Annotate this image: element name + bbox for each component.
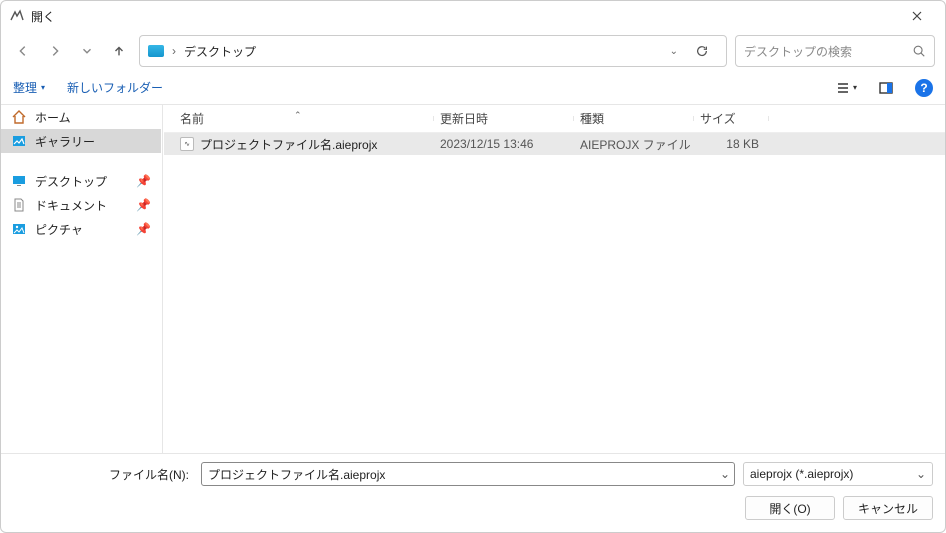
open-button[interactable]: 開く(O) [745,496,835,520]
content-area: ホーム ギャラリー デスクトップ 📌 ドキュメント 📌 ピクチャ 📌 名前 ⌃ [1,105,945,453]
column-headers: 名前 ⌃ 更新日時 種類 サイズ [164,105,945,133]
address-bar[interactable]: › デスクトップ ⌄ [139,35,727,67]
document-icon [11,197,27,213]
sidebar-item-home[interactable]: ホーム [1,105,161,129]
desktop-icon [11,173,27,189]
view-menu[interactable]: ▾ [835,77,857,99]
preview-pane-button[interactable] [875,77,897,99]
column-type[interactable]: 種類 [574,110,694,127]
drive-icon [148,45,164,57]
window-title: 開く [31,8,897,25]
app-icon [9,8,25,24]
file-type: AIEPROJX ファイル [574,136,694,153]
sidebar-item-pictures[interactable]: ピクチャ 📌 [1,217,161,241]
footer: ファイル名(N): プロジェクトファイル名.aieprojx ⌄ aieproj… [1,453,945,532]
cancel-button[interactable]: キャンセル [843,496,933,520]
column-date[interactable]: 更新日時 [434,110,574,127]
chevron-down-icon[interactable]: ⌄ [720,467,730,481]
toolbar: 整理▾ 新しいフォルダー ▾ ? [1,71,945,105]
search-placeholder: デスクトップの検索 [744,43,912,60]
organize-menu[interactable]: 整理▾ [13,79,45,96]
file-area: 名前 ⌃ 更新日時 種類 サイズ ∿ プロジェクトファイル名.aieprojx … [164,105,945,453]
filename-input[interactable]: プロジェクトファイル名.aieprojx ⌄ [201,462,735,486]
pin-icon: 📌 [136,198,151,212]
pictures-icon [11,221,27,237]
titlebar: 開く [1,1,945,31]
file-row[interactable]: ∿ プロジェクトファイル名.aieprojx 2023/12/15 13:46 … [164,133,945,155]
sort-indicator-icon: ⌃ [294,110,302,121]
sidebar-item-desktop[interactable]: デスクトップ 📌 [1,169,161,193]
sidebar-item-documents[interactable]: ドキュメント 📌 [1,193,161,217]
close-button[interactable] [897,1,937,31]
forward-button[interactable] [43,39,67,63]
refresh-button[interactable] [686,35,718,67]
help-button[interactable]: ? [915,79,933,97]
breadcrumb[interactable]: デスクトップ [184,43,256,60]
file-type-filter[interactable]: aieprojx (*.aieprojx) ⌄ [743,462,933,486]
gallery-icon [11,133,27,149]
search-input[interactable]: デスクトップの検索 [735,35,935,67]
nav-row: › デスクトップ ⌄ デスクトップの検索 [1,31,945,71]
pin-icon: 📌 [136,174,151,188]
column-name[interactable]: 名前 ⌃ [174,110,434,127]
chevron-down-icon[interactable]: ⌄ [670,46,678,57]
chevron-down-icon: ⌄ [916,467,926,481]
up-button[interactable] [107,39,131,63]
file-date: 2023/12/15 13:46 [434,137,574,151]
file-name: プロジェクトファイル名.aieprojx [200,136,377,153]
sidebar-item-gallery[interactable]: ギャラリー [1,129,161,153]
chevron-right-icon: › [172,44,176,58]
recent-dropdown[interactable] [75,39,99,63]
pin-icon: 📌 [136,222,151,236]
home-icon [11,109,27,125]
filename-label: ファイル名(N): [13,466,193,483]
sidebar: ホーム ギャラリー デスクトップ 📌 ドキュメント 📌 ピクチャ 📌 [1,105,161,453]
search-icon [912,44,926,58]
back-button[interactable] [11,39,35,63]
new-folder-button[interactable]: 新しいフォルダー [67,79,163,96]
file-icon: ∿ [180,137,194,151]
file-size: 18 KB [694,137,769,151]
column-size[interactable]: サイズ [694,110,769,127]
